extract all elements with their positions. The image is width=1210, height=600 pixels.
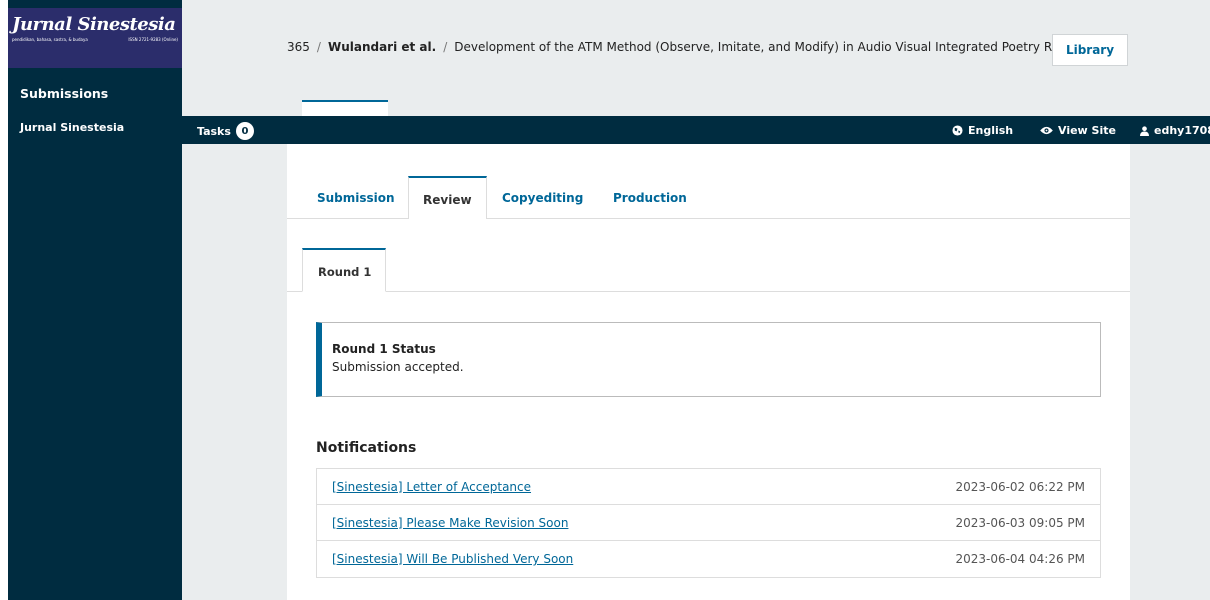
review-rounds: Round 1 <box>287 219 1130 292</box>
notification-link[interactable]: [Sinestesia] Please Make Revision Soon <box>332 516 568 530</box>
workflow-panel: Submission Review Copyediting Production… <box>287 144 1130 600</box>
header: 365 / Wulandari et al. / Development of the … <box>182 0 1210 116</box>
notification-link[interactable]: [Sinestesia] Letter of Acceptance <box>332 480 531 494</box>
notifications-list: [Sinestesia] Letter of Acceptance 2023-0… <box>316 468 1101 578</box>
notification-row: [Sinestesia] Will Be Published Very Soon… <box>317 541 1100 577</box>
tasks-button[interactable]: Tasks 0 <box>197 122 254 140</box>
view-site-link[interactable]: View Site <box>1040 124 1116 137</box>
sidebar-item-submissions[interactable]: Submissions <box>20 86 108 101</box>
round-status-notice: Round 1 Status Submission accepted. <box>316 322 1101 397</box>
tab-review[interactable]: Review <box>408 176 487 220</box>
view-site-label: View Site <box>1058 124 1116 137</box>
logo-title: Jurnal Sinestesia <box>12 14 176 35</box>
breadcrumb: 365 / Wulandari et al. / Development of the … <box>287 40 1057 54</box>
submission-authors: Wulandari et al. <box>327 40 437 54</box>
language-menu[interactable]: English <box>952 124 1013 137</box>
library-button[interactable]: Library <box>1052 34 1128 66</box>
tab-production[interactable]: Production <box>613 176 687 219</box>
navbar: Tasks 0 English View Site edhy1708 <box>182 116 1210 144</box>
tab-submission[interactable]: Submission <box>317 176 395 219</box>
logo-subtitle: pendidikan, bahasa, sastra, & budaya ISS… <box>12 37 178 43</box>
notification-row: [Sinestesia] Letter of Acceptance 2023-0… <box>317 469 1100 505</box>
user-menu[interactable]: edhy1708 <box>1140 124 1210 137</box>
round-status-text: Submission accepted. <box>332 360 464 374</box>
window-left-edge <box>0 0 8 600</box>
user-icon <box>1140 125 1149 136</box>
user-label: edhy1708 <box>1154 124 1210 137</box>
journal-logo[interactable]: Jurnal Sinestesia pendidikan, bahasa, sa… <box>8 8 182 68</box>
workflow-tabs: Submission Review Copyediting Production <box>287 176 1130 220</box>
notification-date: 2023-06-02 06:22 PM <box>955 479 1085 494</box>
sidebar: Jurnal Sinestesia pendidikan, bahasa, sa… <box>8 0 182 600</box>
language-label: English <box>968 124 1014 137</box>
header-active-tab[interactable] <box>302 100 388 116</box>
sidebar-item-journal[interactable]: Jurnal Sinestesia <box>20 121 124 134</box>
notifications-heading: Notifications <box>316 440 417 456</box>
notification-date: 2023-06-03 09:05 PM <box>955 515 1085 530</box>
tasks-count-badge: 0 <box>235 122 254 140</box>
globe-icon <box>952 125 963 136</box>
breadcrumb-separator: / <box>443 40 448 54</box>
tab-copyediting[interactable]: Copyediting <box>502 176 583 219</box>
round-status-title: Round 1 Status <box>332 342 436 356</box>
tab-round-1[interactable]: Round 1 <box>302 248 386 292</box>
breadcrumb-separator: / <box>316 40 321 54</box>
eye-icon <box>1040 126 1053 135</box>
logo-tagline: pendidikan, bahasa, sastra, & budaya <box>12 37 88 42</box>
notification-date: 2023-06-04 04:26 PM <box>955 552 1085 566</box>
logo-issn: ISSN 2721-9283 (Online) <box>128 37 178 42</box>
notification-row: [Sinestesia] Please Make Revision Soon 2… <box>317 505 1100 541</box>
submission-title: Development of the ATM Method (Observe, … <box>454 40 1057 54</box>
tasks-label: Tasks <box>197 124 231 138</box>
notification-link[interactable]: [Sinestesia] Will Be Published Very Soon <box>332 552 573 566</box>
submission-id: 365 <box>287 40 310 54</box>
